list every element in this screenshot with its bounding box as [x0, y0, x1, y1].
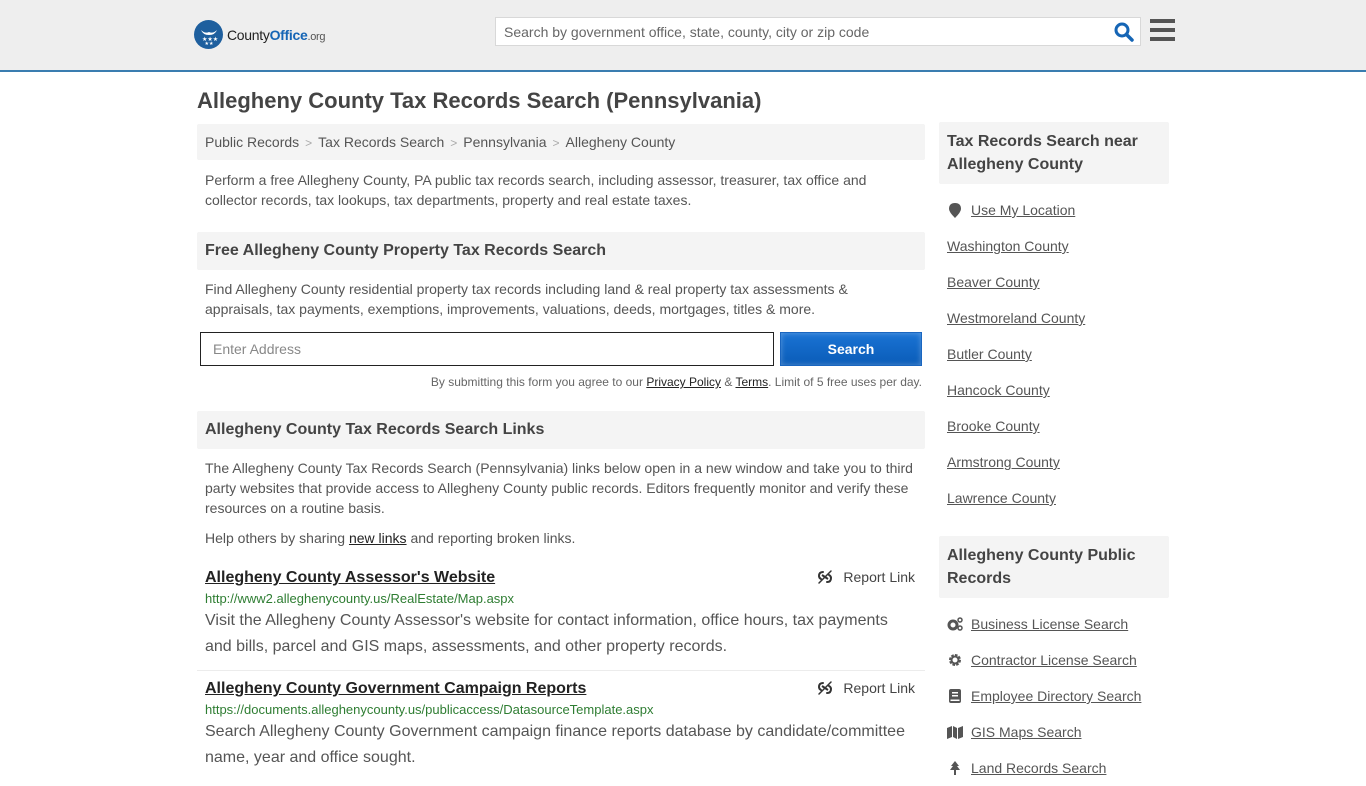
tree-icon [947, 761, 963, 775]
breadcrumb: Public Records > Tax Records Search > Pennsy… [197, 124, 925, 160]
global-search-input[interactable] [496, 18, 1096, 45]
terms-link[interactable]: Terms [735, 375, 768, 389]
help-text: Help others by sharing new links and rep… [205, 530, 576, 546]
global-search [495, 17, 1141, 46]
resource-link-item: Allegheny County Assessor's Website Repo… [197, 569, 925, 660]
nearby-county-list: Use My Location Washington County Beaver… [939, 192, 1169, 516]
nearby-heading: Tax Records Search near Allegheny County [939, 122, 1169, 184]
public-record-link[interactable]: Business License Search [971, 616, 1128, 632]
breadcrumb-pennsylvania[interactable]: Pennsylvania [463, 134, 546, 150]
breadcrumb-public-records[interactable]: Public Records [205, 134, 299, 150]
broken-link-icon [818, 681, 833, 695]
report-link-button[interactable]: Report Link [817, 680, 915, 696]
nearby-county-link[interactable]: Westmoreland County [947, 310, 1085, 326]
new-links-link[interactable]: new links [349, 530, 407, 546]
resource-link-item: Allegheny County Government Campaign Rep… [197, 680, 925, 771]
search-icon[interactable] [1114, 22, 1134, 42]
nearby-county-link[interactable]: Beaver County [947, 274, 1040, 290]
map-marker-icon [947, 202, 963, 218]
public-record-item: Business License Search [947, 606, 1161, 642]
public-record-link[interactable]: GIS Maps Search [971, 724, 1082, 740]
public-record-item: Employee Directory Search [947, 678, 1161, 714]
nearby-county-link[interactable]: Butler County [947, 346, 1032, 362]
nearby-county-item: Armstrong County [947, 444, 1161, 480]
report-link-button[interactable]: Report Link [817, 569, 915, 585]
nearby-county-item: Butler County [947, 336, 1161, 372]
map-icon [947, 725, 963, 739]
nearby-county-item: Westmoreland County [947, 300, 1161, 336]
address-search-form: Search [200, 332, 922, 366]
public-records-list: Business License Search Contractor Licen… [939, 606, 1169, 786]
cogs-icon [947, 617, 963, 631]
public-record-item: Land Records Search [947, 750, 1161, 786]
privacy-policy-link[interactable]: Privacy Policy [646, 375, 721, 389]
resource-link-title[interactable]: Allegheny County Assessor's Website [205, 569, 495, 586]
form-disclaimer: By submitting this form you agree to our… [430, 375, 922, 389]
broken-link-icon [818, 570, 833, 584]
site-logo[interactable]: ★★★ ★★ CountyOffice.org [194, 20, 326, 49]
nearby-county-link[interactable]: Armstrong County [947, 454, 1060, 470]
nearby-county-item: Brooke County [947, 408, 1161, 444]
public-record-item: Contractor License Search [947, 642, 1161, 678]
gear-icon [947, 653, 963, 667]
svg-text:★★: ★★ [204, 41, 213, 46]
public-record-link[interactable]: Land Records Search [971, 760, 1106, 776]
public-records-heading: Allegheny County Public Records [939, 536, 1169, 598]
top-header: ★★★ ★★ CountyOffice.org [0, 0, 1366, 72]
resource-link-description: Search Allegheny County Government campa… [205, 723, 905, 766]
nearby-county-item: Hancock County [947, 372, 1161, 408]
links-section-heading: Allegheny County Tax Records Search Link… [197, 411, 925, 449]
public-record-link[interactable]: Contractor License Search [971, 652, 1137, 668]
logo-eagle-icon: ★★★ ★★ [194, 20, 223, 49]
breadcrumb-current: Allegheny County [565, 134, 676, 150]
sidebar: Tax Records Search near Allegheny County… [939, 122, 1169, 786]
nearby-county-link[interactable]: Hancock County [947, 382, 1050, 398]
links-section-description: The Allegheny County Tax Records Search … [205, 460, 913, 516]
address-search-button[interactable]: Search [780, 332, 922, 366]
public-record-link[interactable]: Employee Directory Search [971, 688, 1141, 704]
hamburger-menu-icon[interactable] [1150, 19, 1175, 41]
logo-text: CountyOffice.org [227, 26, 326, 43]
resource-link-url: https://documents.alleghenycounty.us/pub… [205, 702, 654, 717]
nearby-county-link[interactable]: Lawrence County [947, 490, 1056, 506]
nearby-county-item: Beaver County [947, 264, 1161, 300]
intro-text: Perform a free Allegheny County, PA publ… [205, 172, 867, 208]
resource-link-title[interactable]: Allegheny County Government Campaign Rep… [205, 680, 586, 697]
page-title: Allegheny County Tax Records Search (Pen… [197, 88, 762, 113]
property-search-description: Find Allegheny County residential proper… [205, 281, 848, 317]
divider [197, 670, 925, 671]
resource-link-url: http://www2.alleghenycounty.us/RealEstat… [205, 591, 515, 606]
nearby-county-item: Washington County [947, 228, 1161, 264]
use-my-location-item: Use My Location [947, 192, 1161, 228]
public-record-item: GIS Maps Search [947, 714, 1161, 750]
nearby-county-link[interactable]: Washington County [947, 238, 1069, 254]
book-icon [947, 689, 963, 703]
address-input[interactable] [200, 332, 774, 366]
nearby-county-item: Lawrence County [947, 480, 1161, 516]
nearby-county-link[interactable]: Brooke County [947, 418, 1040, 434]
main-content: Public Records > Tax Records Search > Pennsy… [197, 124, 925, 771]
use-my-location-link[interactable]: Use My Location [971, 202, 1075, 218]
resource-link-description: Visit the Allegheny County Assessor's we… [205, 612, 888, 655]
property-search-heading: Free Allegheny County Property Tax Recor… [197, 232, 925, 270]
breadcrumb-tax-records-search[interactable]: Tax Records Search [318, 134, 444, 150]
